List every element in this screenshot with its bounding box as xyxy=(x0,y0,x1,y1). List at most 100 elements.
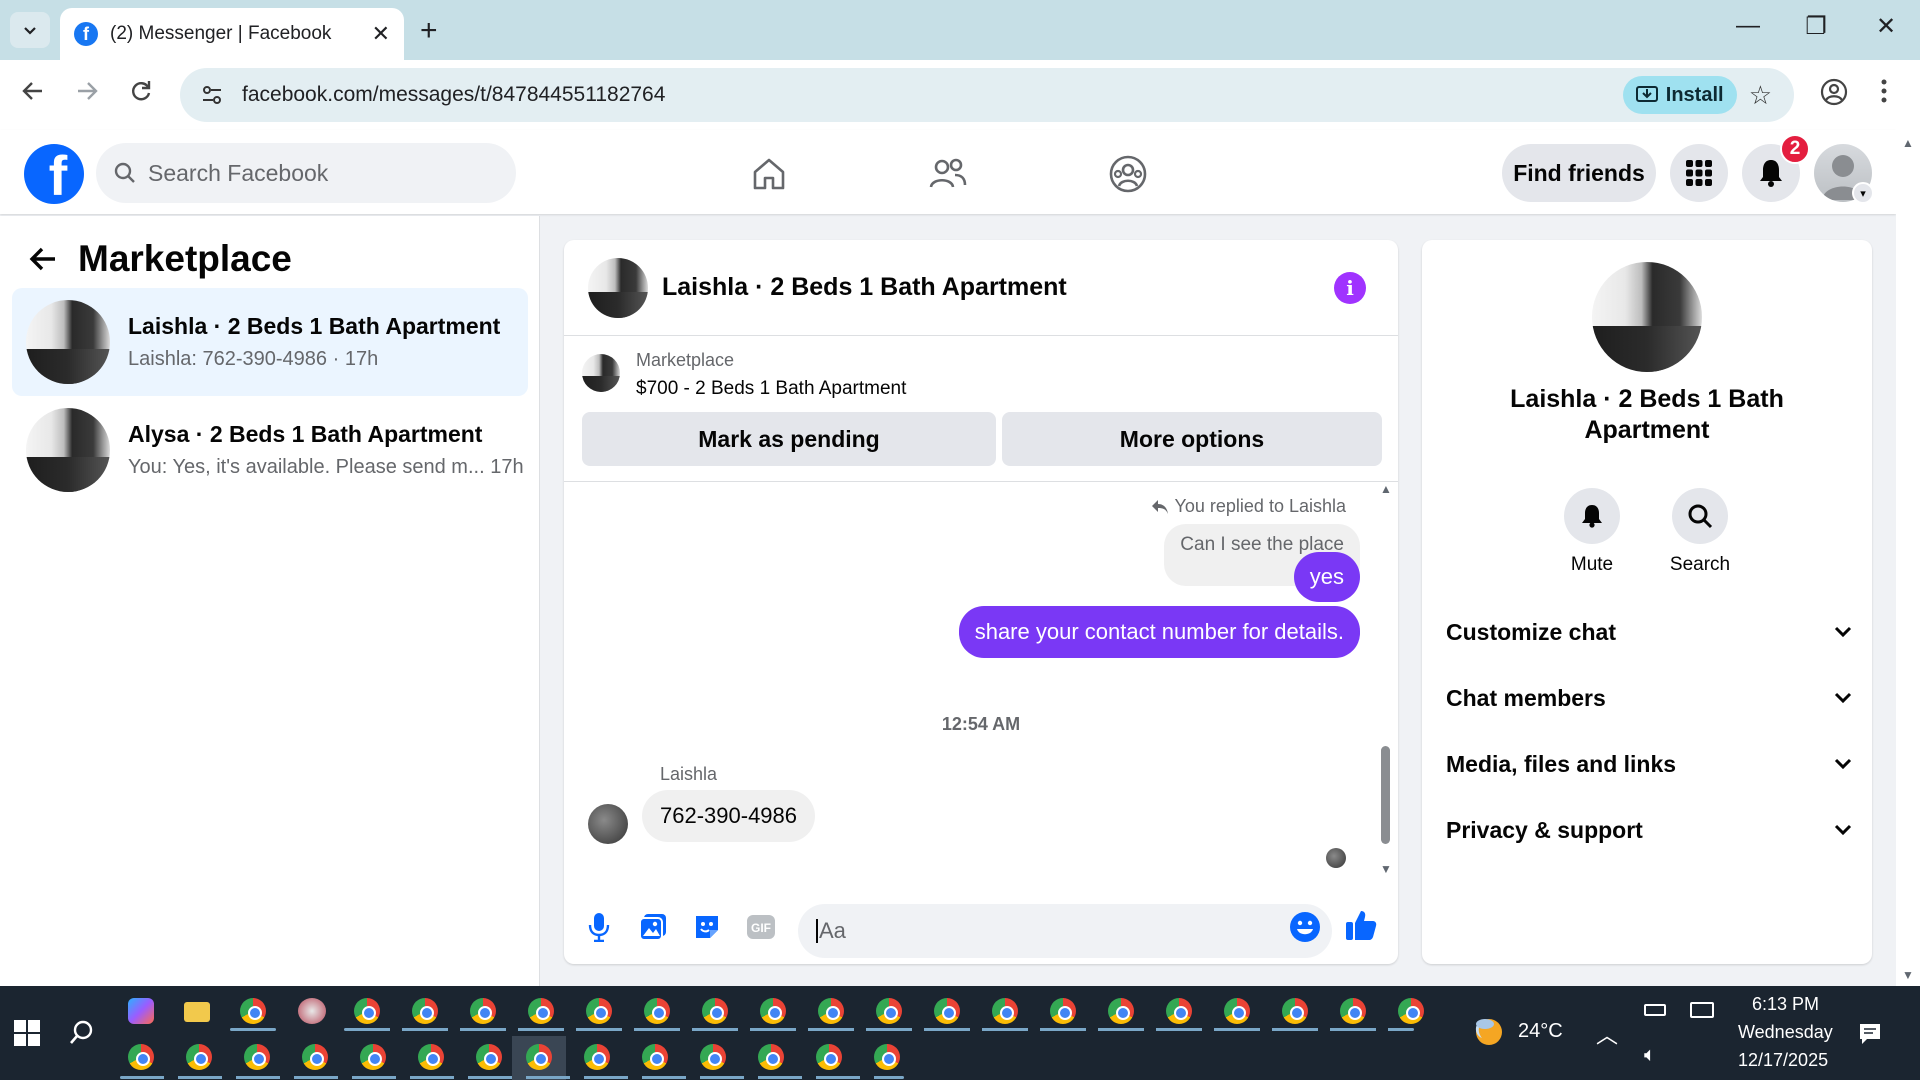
sender-avatar[interactable] xyxy=(588,804,628,844)
site-info-icon[interactable] xyxy=(194,77,230,113)
more-options-button[interactable]: More options xyxy=(1002,412,1382,466)
chevron-down-icon[interactable]: ▾ xyxy=(1852,182,1874,204)
chrome-icon[interactable] xyxy=(470,998,496,1024)
chrome-icon[interactable] xyxy=(476,1044,502,1070)
mute-button[interactable]: Mute xyxy=(1542,488,1642,576)
chrome-icon[interactable] xyxy=(642,1044,668,1070)
outgoing-message[interactable]: share your contact number for details. xyxy=(958,606,1360,658)
media-files-links-section[interactable]: Media, files and links xyxy=(1446,736,1852,792)
network-icon[interactable] xyxy=(1690,1002,1714,1018)
gif-icon[interactable]: GIF xyxy=(744,910,778,944)
chat-members-section[interactable]: Chat members xyxy=(1446,670,1852,726)
chrome-icon[interactable] xyxy=(1282,998,1308,1024)
page-scrollbar[interactable]: ▲ ▼ xyxy=(1896,130,1920,986)
scroll-up-icon[interactable]: ▲ xyxy=(1902,136,1914,150)
photo-gallery-icon[interactable] xyxy=(636,910,670,944)
listing-title[interactable]: $700 - 2 Beds 1 Bath Apartment xyxy=(636,378,906,400)
reload-button[interactable] xyxy=(128,78,154,111)
minimize-window-button[interactable]: — xyxy=(1728,12,1768,40)
chrome-icon[interactable] xyxy=(528,998,554,1024)
notifications-center-icon[interactable] xyxy=(1858,1022,1882,1051)
search-icon[interactable] xyxy=(68,1018,96,1051)
chrome-icon[interactable] xyxy=(244,1044,270,1070)
search-in-conversation-button[interactable]: Search xyxy=(1650,488,1750,576)
groups-icon[interactable] xyxy=(1106,152,1150,196)
back-button[interactable] xyxy=(20,78,46,111)
chrome-icon[interactable] xyxy=(876,998,902,1024)
arrow-left-icon[interactable] xyxy=(28,245,58,273)
chrome-icon[interactable] xyxy=(128,1044,154,1070)
listing-thumbnail[interactable] xyxy=(582,354,620,392)
copilot-icon[interactable] xyxy=(128,998,154,1024)
address-bar[interactable]: facebook.com/messages/t/847844551182764 … xyxy=(180,68,1794,122)
chrome-icon-active[interactable] xyxy=(526,1044,552,1070)
chrome-icon[interactable] xyxy=(702,998,728,1024)
facebook-logo[interactable]: f xyxy=(24,144,84,204)
battery-icon[interactable] xyxy=(1644,1004,1666,1016)
facebook-search-input[interactable]: Search Facebook xyxy=(96,143,516,203)
incoming-message[interactable]: 762-390-4986 xyxy=(642,790,816,842)
chrome-icon[interactable] xyxy=(818,998,844,1024)
chrome-icon[interactable] xyxy=(758,1044,784,1070)
chrome-icon[interactable] xyxy=(1340,998,1366,1024)
chrome-icon[interactable] xyxy=(934,998,960,1024)
url-text[interactable]: facebook.com/messages/t/847844551182764 xyxy=(242,83,1623,107)
listing-avatar-large[interactable] xyxy=(1592,262,1702,372)
find-friends-button[interactable]: Find friends xyxy=(1502,144,1656,202)
app-icon[interactable] xyxy=(298,998,326,1024)
tab-search-button[interactable] xyxy=(10,12,50,48)
mark-as-pending-button[interactable]: Mark as pending xyxy=(582,412,996,466)
scroll-thumb[interactable] xyxy=(1381,746,1390,844)
info-icon[interactable]: i xyxy=(1334,272,1366,304)
weather-icon[interactable] xyxy=(1472,1014,1506,1053)
thumbs-up-icon[interactable] xyxy=(1344,908,1378,942)
outgoing-message[interactable]: yes xyxy=(1293,552,1360,602)
install-app-button[interactable]: Install xyxy=(1622,76,1737,114)
profile-icon[interactable] xyxy=(1820,78,1848,113)
home-icon[interactable] xyxy=(747,152,791,196)
chat-title[interactable]: Laishla · 2 Beds 1 Bath Apartment xyxy=(662,273,1067,302)
temperature[interactable]: 24°C xyxy=(1518,1020,1563,1043)
chrome-icon[interactable] xyxy=(1050,998,1076,1024)
scroll-down-icon[interactable]: ▼ xyxy=(1902,968,1914,982)
chrome-icon[interactable] xyxy=(644,998,670,1024)
chrome-icon[interactable] xyxy=(1166,998,1192,1024)
message-input[interactable]: Aa xyxy=(798,904,1332,958)
chrome-icon[interactable] xyxy=(760,998,786,1024)
chrome-icon[interactable] xyxy=(418,1044,444,1070)
emoji-icon[interactable] xyxy=(1288,910,1322,944)
chrome-icon[interactable] xyxy=(1108,998,1134,1024)
file-explorer-icon[interactable] xyxy=(184,1002,210,1022)
chrome-icon[interactable] xyxy=(1224,998,1250,1024)
chrome-icon[interactable] xyxy=(700,1044,726,1070)
forward-button[interactable] xyxy=(74,78,100,111)
chrome-icon[interactable] xyxy=(816,1044,842,1070)
browser-tab-messenger[interactable]: f (2) Messenger | Facebook ✕ xyxy=(60,8,404,60)
chrome-icon[interactable] xyxy=(302,1044,328,1070)
clock-time[interactable]: 6:13 PM xyxy=(1752,994,1819,1015)
sticker-icon[interactable] xyxy=(690,910,724,944)
chrome-icon[interactable] xyxy=(992,998,1018,1024)
restore-window-button[interactable]: ❐ xyxy=(1796,12,1836,41)
windows-start-icon[interactable] xyxy=(14,1020,40,1046)
new-tab-button[interactable]: + xyxy=(420,14,438,48)
bookmark-star-icon[interactable]: ☆ xyxy=(1749,80,1772,111)
chrome-icon[interactable] xyxy=(354,998,380,1024)
browser-menu-icon[interactable] xyxy=(1880,78,1888,111)
chevron-up-icon[interactable]: ︿ xyxy=(1596,1018,1618,1050)
microphone-icon[interactable] xyxy=(582,910,616,944)
chat-avatar[interactable] xyxy=(588,257,648,318)
customize-chat-section[interactable]: Customize chat xyxy=(1446,604,1852,660)
volume-icon[interactable]: 🔈︎ xyxy=(1644,1044,1656,1067)
conversation-item[interactable]: Alysa · 2 Beds 1 Bath Apartment You: Yes… xyxy=(12,396,528,504)
chrome-icon[interactable] xyxy=(1398,998,1424,1024)
chrome-icon[interactable] xyxy=(360,1044,386,1070)
chrome-icon[interactable] xyxy=(186,1044,212,1070)
chrome-icon[interactable] xyxy=(240,998,266,1024)
clock-date[interactable]: 12/17/2025 xyxy=(1738,1050,1828,1071)
scroll-down-icon[interactable]: ▼ xyxy=(1380,862,1392,876)
privacy-support-section[interactable]: Privacy & support xyxy=(1446,802,1852,858)
close-window-button[interactable]: ✕ xyxy=(1866,12,1906,41)
scroll-up-icon[interactable]: ▲ xyxy=(1380,482,1392,496)
chrome-icon[interactable] xyxy=(874,1044,900,1070)
